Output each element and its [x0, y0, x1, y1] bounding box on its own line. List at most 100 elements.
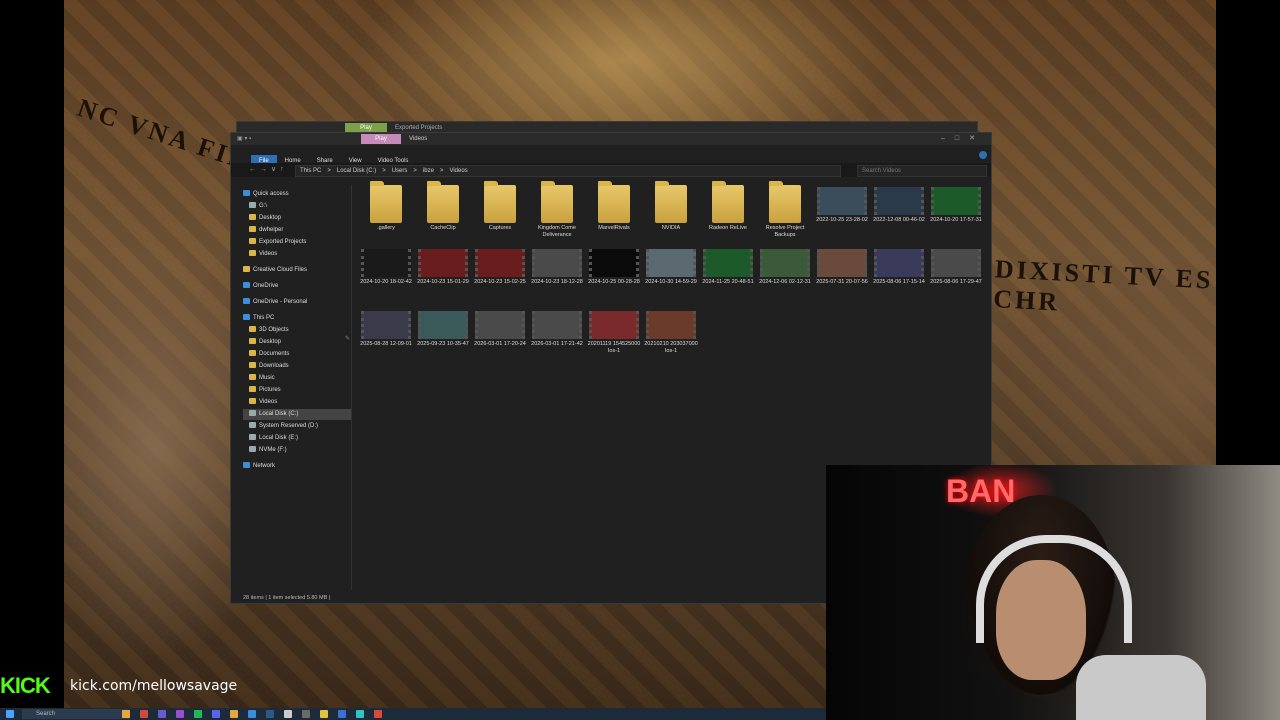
- folder-item[interactable]: NVIDIA: [644, 181, 698, 249]
- window-controls[interactable]: –□✕: [941, 133, 985, 145]
- discord-taskbar-icon[interactable]: [212, 710, 220, 718]
- search-input[interactable]: Search Videos: [857, 165, 987, 177]
- nav-item[interactable]: System Reserved (D:): [243, 421, 318, 432]
- taskbar-search[interactable]: Search: [22, 709, 130, 719]
- video-item[interactable]: 2025-09-23 10-35-47: [416, 309, 470, 373]
- breadcrumb-local-disk[interactable]: Local Disk (C:): [337, 168, 376, 174]
- video-item[interactable]: 2024-10-23 15-02-25: [473, 247, 527, 311]
- app-taskbar-icon[interactable]: [140, 710, 148, 718]
- breadcrumb-videos[interactable]: Videos: [449, 168, 467, 174]
- nav-item[interactable]: Local Disk (C:): [243, 409, 351, 420]
- title-bar[interactable]: ▣ ▾ ▪ Play Videos –□✕: [231, 133, 991, 145]
- nav-item[interactable]: Creative Cloud Files: [243, 265, 307, 276]
- folder-icon: [249, 398, 256, 405]
- breadcrumb-user[interactable]: ibze: [423, 168, 434, 174]
- app-taskbar-icon[interactable]: [338, 710, 346, 718]
- nav-item[interactable]: Videos: [243, 397, 277, 408]
- wallpaper-inscription-left: NC VNA FID: [74, 92, 255, 177]
- nav-item[interactable]: Pictures: [243, 385, 281, 396]
- nav-arrows-icon[interactable]: ←→∨↑: [249, 163, 288, 177]
- windows-start-icon[interactable]: [6, 710, 14, 718]
- nav-item[interactable]: Music: [243, 373, 275, 384]
- breadcrumb-this-pc[interactable]: This PC: [300, 168, 321, 174]
- folder-item[interactable]: MarvelRivals: [587, 181, 641, 249]
- video-item[interactable]: 2024-10-20 18-02-42: [359, 247, 413, 311]
- nav-item[interactable]: Exported Projects: [243, 237, 306, 248]
- nav-item[interactable]: OneDrive: [243, 281, 278, 292]
- video-item[interactable]: 2024-10-20 17-57-31: [929, 185, 983, 249]
- video-item[interactable]: 2026-03-01 17-21-42: [530, 309, 584, 373]
- navigation-pane: ✎ Quick access G:\ Desktop dwhelper Exported…: [243, 185, 352, 590]
- nav-item-label: Pictures: [259, 387, 281, 393]
- video-item[interactable]: 2022-12-08 00-46-02: [872, 185, 926, 249]
- app-taskbar-icon[interactable]: [284, 710, 292, 718]
- video-item[interactable]: 2024-10-23 15-01-29: [416, 247, 470, 311]
- video-item[interactable]: 2025-07-31 20-07-56: [815, 247, 869, 311]
- app-taskbar-icon[interactable]: [176, 710, 184, 718]
- app-taskbar-icon[interactable]: [320, 710, 328, 718]
- item-label: 2026-03-01 17-20-24: [474, 341, 526, 347]
- video-thumbnail-icon: [817, 249, 867, 277]
- folder-item[interactable]: Resolve Project Backups: [758, 181, 812, 249]
- video-item[interactable]: 2024-10-25 00-28-28: [587, 247, 641, 311]
- app-taskbar-icon[interactable]: [356, 710, 364, 718]
- nav-item-label: G:\: [259, 203, 268, 209]
- item-label: 2026-03-01 17-21-42: [531, 341, 583, 347]
- video-item[interactable]: 2024-10-23 18-12-28: [530, 247, 584, 311]
- video-item[interactable]: 2026-03-01 17-20-24: [473, 309, 527, 373]
- quick-access-toolbar-icon[interactable]: ▣ ▾ ▪: [237, 135, 251, 142]
- play-tab[interactable]: Play: [361, 134, 401, 144]
- address-bar[interactable]: This PC > Local Disk (C:) > Users > ibze > Video…: [295, 165, 841, 177]
- folder-taskbar-icon[interactable]: [122, 710, 130, 718]
- video-thumbnail-icon: [475, 249, 525, 277]
- app-taskbar-icon[interactable]: [302, 710, 310, 718]
- video-item[interactable]: 2025-08-06 17-29-47: [929, 247, 983, 311]
- nav-item[interactable]: This PC: [243, 313, 274, 324]
- nav-item[interactable]: NVMe (F:): [243, 445, 287, 456]
- folder-item[interactable]: CacheClip: [416, 181, 470, 249]
- video-item[interactable]: 2024-10-30 14-59-29: [644, 247, 698, 311]
- nav-item[interactable]: Videos: [243, 249, 277, 260]
- nav-item[interactable]: OneDrive - Personal: [243, 297, 307, 308]
- video-item[interactable]: 2025-08-28 12-09-01: [359, 309, 413, 373]
- drive-icon: [249, 422, 256, 429]
- video-item[interactable]: 2024-12-06 02-12-31: [758, 247, 812, 311]
- video-item[interactable]: 20201119 154525000 Ios-1: [587, 309, 641, 373]
- folder-icon: [249, 326, 256, 333]
- steam-taskbar-icon[interactable]: [266, 710, 274, 718]
- nav-item[interactable]: Desktop: [243, 213, 281, 224]
- nav-item[interactable]: Documents: [243, 349, 289, 360]
- nav-item-label: Desktop: [259, 339, 282, 345]
- nav-item[interactable]: Desktop: [243, 337, 281, 348]
- folder-item[interactable]: Captures: [473, 181, 527, 249]
- nav-item[interactable]: Network: [243, 461, 275, 472]
- video-thumbnail-icon: [931, 187, 981, 215]
- video-item[interactable]: 20210210 203037000 Ios-1: [644, 309, 698, 373]
- nav-item[interactable]: 3D Objects: [243, 325, 289, 336]
- explorer-taskbar-icon[interactable]: [230, 710, 238, 718]
- app-taskbar-icon[interactable]: [248, 710, 256, 718]
- nav-item[interactable]: Downloads: [243, 361, 289, 372]
- video-item[interactable]: 2024-11-25 20-48-51: [701, 247, 755, 311]
- folder-item[interactable]: Radeon ReLive: [701, 181, 755, 249]
- video-item[interactable]: 2025-08-06 17-15-14: [872, 247, 926, 311]
- app-taskbar-icon[interactable]: [158, 710, 166, 718]
- nav-item[interactable]: dwhelper: [243, 225, 283, 236]
- nav-item[interactable]: G:\: [243, 201, 267, 212]
- item-label: 2024-10-30 14-59-29: [645, 279, 697, 285]
- video-item[interactable]: 2022-10-25 23-28-02: [815, 185, 869, 249]
- nav-item[interactable]: Quick access: [243, 189, 289, 200]
- breadcrumb-users[interactable]: Users: [392, 168, 408, 174]
- spotify-taskbar-icon[interactable]: [194, 710, 202, 718]
- ribbon-tabs: File Home Share View Video Tools: [231, 149, 991, 167]
- folder-item[interactable]: Kingdom Come Deliverance: [530, 181, 584, 249]
- folder-item[interactable]: .gallery: [359, 181, 413, 249]
- neon-sign: BAN: [946, 473, 1016, 509]
- folder-icon: [769, 181, 801, 223]
- nav-item[interactable]: Local Disk (E:): [243, 433, 298, 444]
- folder-icon: [370, 181, 402, 223]
- help-icon[interactable]: [979, 151, 987, 159]
- app-taskbar-icon[interactable]: [374, 710, 382, 718]
- taskbar: Search: [0, 708, 826, 720]
- item-label: Radeon ReLive: [709, 225, 747, 231]
